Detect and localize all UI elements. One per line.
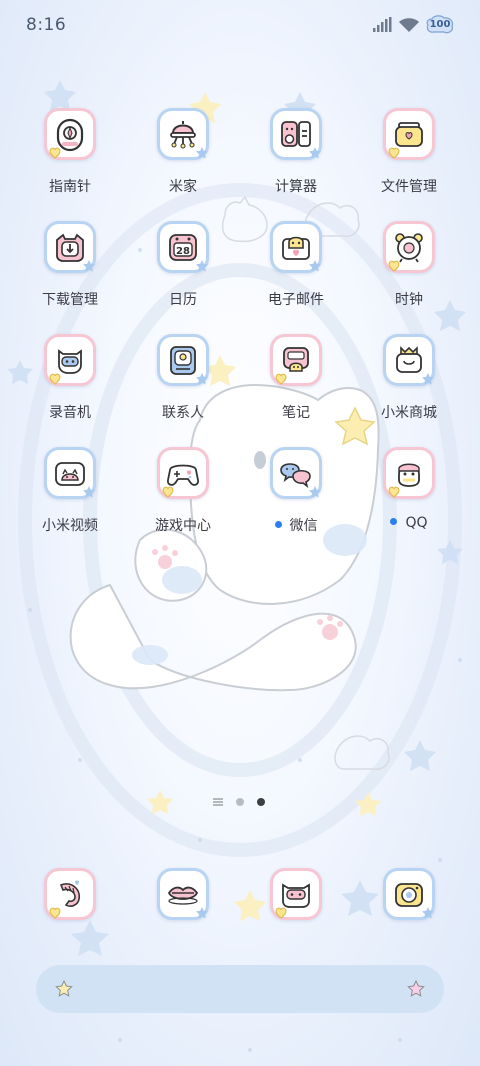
battery-level: 100 [429,19,451,30]
page-indicator[interactable] [0,796,480,808]
app-label: 小米视频 [42,518,98,534]
app-label: 录音机 [49,405,91,421]
app-file-manager[interactable]: 文件管理 [359,108,459,208]
star-badge-icon [83,260,95,272]
app-list-page-icon[interactable] [212,797,224,807]
dock-app-3[interactable] [246,868,346,968]
status-bar: 8:16 100 [0,0,480,48]
wifi-icon [399,18,419,32]
app-clock[interactable]: 时钟 [359,221,459,321]
star-badge-icon [196,147,208,159]
heart-badge-icon [49,147,61,159]
heart-badge-icon [275,373,287,385]
status-time: 8:16 [26,15,67,35]
star-badge-icon [196,260,208,272]
heart-badge-icon [162,486,174,498]
app-game-center[interactable]: 游戏中心 [133,447,233,547]
search-bar[interactable] [36,965,444,1013]
app-label: 游戏中心 [155,518,211,534]
app-label: 小米商城 [381,405,437,421]
star-badge-icon [196,907,208,919]
star-badge-icon [83,486,95,498]
app-notes[interactable]: 笔记 [246,334,346,434]
battery-icon: 100 [426,15,454,35]
app-label: 指南针 [49,179,91,195]
star-badge-icon [422,907,434,919]
dock-app-2[interactable] [133,868,233,968]
app-recorder[interactable]: 录音机 [20,334,120,434]
app-calendar[interactable]: 28 日历 [133,221,233,321]
app-label: 日历 [169,292,197,308]
app-compass[interactable]: 指南针 [20,108,120,208]
star-badge-icon [422,373,434,385]
app-label: QQ [359,515,459,531]
page-dot-active[interactable] [257,798,265,806]
app-mi-video[interactable]: 小米视频 [20,447,120,547]
heart-badge-icon [275,907,287,919]
status-icons: 100 [372,14,454,36]
app-label: 联系人 [162,405,204,421]
heart-badge-icon [388,486,400,498]
star-icon [407,979,425,997]
app-calculator[interactable]: 计算器 [246,108,346,208]
app-wechat[interactable]: 微信 [246,447,346,547]
signal-icon [373,17,392,32]
app-label: 笔记 [282,405,310,421]
heart-badge-icon [49,907,61,919]
app-contacts[interactable]: 联系人 [133,334,233,434]
app-mi-home[interactable]: 米家 [133,108,233,208]
star-badge-icon [309,260,321,272]
new-notification-dot [274,521,282,528]
calendar-day: 28 [176,246,190,257]
star-badge-icon [309,486,321,498]
dock [0,868,480,928]
app-mi-store[interactable]: 小米商城 [359,334,459,434]
app-download-manager[interactable]: 下载管理 [20,221,120,321]
heart-badge-icon [388,147,400,159]
page-dot[interactable] [236,798,244,806]
app-label: 时钟 [395,292,423,308]
app-email[interactable]: 电子邮件 [246,221,346,321]
app-label: 米家 [169,179,197,195]
star-badge-icon [309,147,321,159]
dock-app-1[interactable] [20,868,120,968]
dock-app-4[interactable] [359,868,459,968]
star-badge-icon [196,373,208,385]
app-label: 电子邮件 [268,292,324,308]
app-label: 下载管理 [42,292,98,308]
heart-badge-icon [49,373,61,385]
new-notification-dot [390,518,398,525]
app-label: 文件管理 [381,179,437,195]
app-qq[interactable]: QQ [359,447,459,547]
app-label: 微信 [246,515,346,535]
app-label: 计算器 [275,179,317,195]
star-icon [55,979,73,997]
heart-badge-icon [388,260,400,272]
